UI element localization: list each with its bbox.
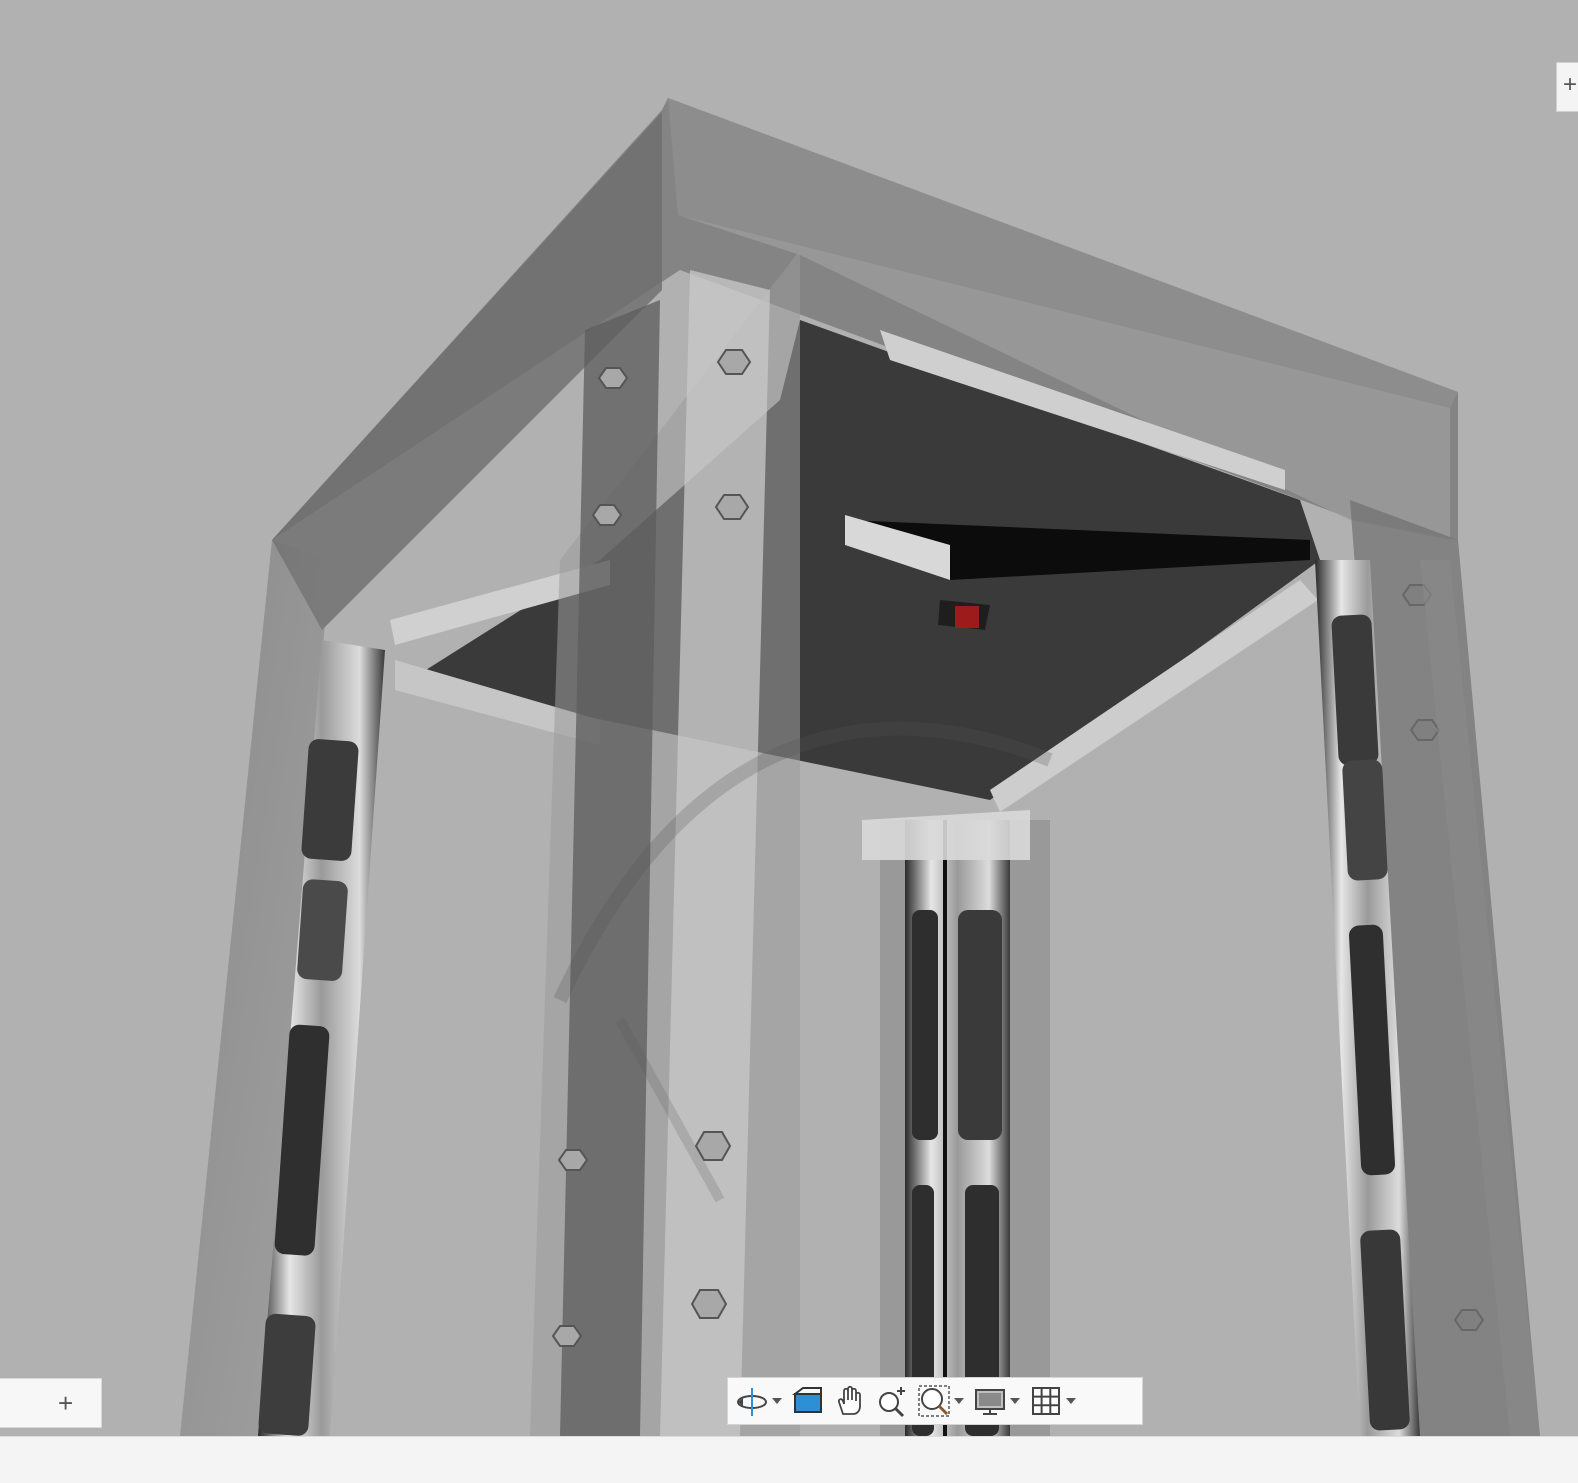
plus-icon: + (1563, 71, 1578, 98)
browser-add-panel[interactable]: + (0, 1378, 102, 1428)
plus-icon[interactable]: + (58, 1390, 73, 1416)
origin-marker (955, 606, 979, 628)
display-settings-button[interactable] (972, 1381, 1022, 1421)
corner-expand-tab[interactable]: + (1556, 62, 1578, 112)
3d-viewport[interactable] (0, 0, 1578, 1436)
status-bar (0, 1436, 1578, 1483)
zoom-button[interactable] (874, 1381, 910, 1421)
zoom-window-icon (916, 1383, 952, 1419)
grid-icon (1028, 1383, 1064, 1419)
pan-hand-icon (832, 1383, 868, 1419)
navigation-toolbar (727, 1377, 1143, 1425)
grid-dropdown-icon[interactable] (1064, 1383, 1078, 1419)
model-render (180, 98, 1540, 1436)
fit-dropdown-icon[interactable] (952, 1383, 966, 1419)
orbit-button[interactable] (734, 1381, 784, 1421)
fit-button[interactable] (916, 1381, 966, 1421)
pan-button[interactable] (832, 1381, 868, 1421)
orbit-icon (734, 1383, 770, 1419)
orbit-dropdown-icon[interactable] (770, 1383, 784, 1419)
look-at-button[interactable] (790, 1381, 826, 1421)
display-settings-icon (972, 1383, 1008, 1419)
look-at-icon (790, 1383, 826, 1419)
display-dropdown-icon[interactable] (1008, 1383, 1022, 1419)
zoom-icon (874, 1383, 910, 1419)
grid-settings-button[interactable] (1028, 1381, 1078, 1421)
